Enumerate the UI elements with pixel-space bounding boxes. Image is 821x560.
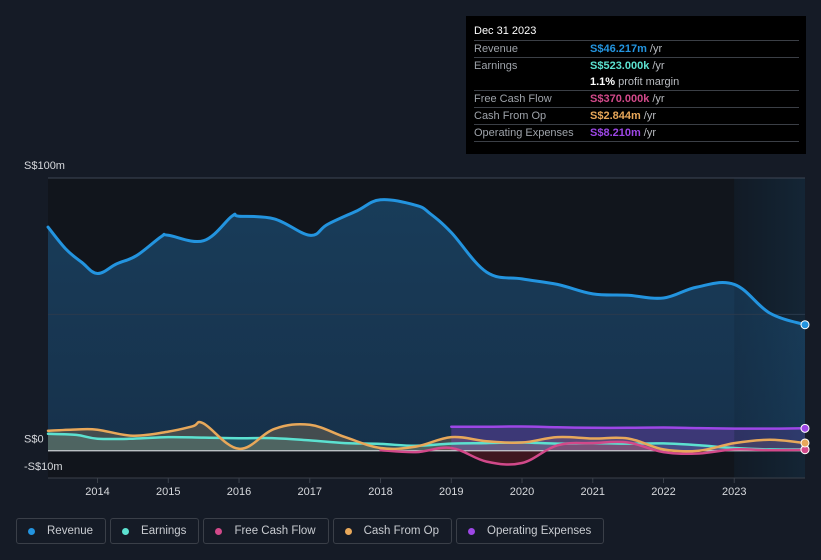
- tooltip-value: S$46.217m: [590, 43, 647, 55]
- tooltip-label: Operating Expenses: [474, 127, 574, 139]
- tooltip-row-revenue: Revenue S$46.217m/yr: [474, 41, 799, 58]
- legend-label: Revenue: [47, 525, 94, 537]
- tooltip-suffix: /yr: [643, 127, 656, 139]
- tooltip: Dec 31 2023 Revenue S$46.217m/yr Earnings S…: [466, 16, 806, 154]
- tooltip-label: Free Cash Flow: [474, 93, 552, 105]
- x-tick-label: 2023: [722, 486, 746, 498]
- x-tick-label: 2021: [581, 486, 605, 498]
- tooltip-row-cash-from-op: Cash From Op S$2.844m/yr: [474, 108, 799, 125]
- tooltip-value: S$370.000k: [590, 93, 650, 105]
- legend-label: Operating Expenses: [487, 525, 592, 537]
- tooltip-row-earnings: Earnings S$523.000k/yr: [474, 58, 799, 74]
- tooltip-suffix: /yr: [649, 43, 663, 55]
- x-tick-label: 2020: [510, 486, 534, 498]
- tooltip-value: S$8.210m: [590, 127, 641, 139]
- endpoint-cash-from-op: [800, 438, 810, 448]
- tooltip-label: Cash From Op: [474, 110, 547, 122]
- x-tick-label: 2017: [298, 486, 322, 498]
- legend-dot-icon: [344, 527, 352, 535]
- x-tick-label: 2015: [156, 486, 180, 498]
- endpoint-operating-expenses: [800, 423, 810, 433]
- tooltip-suffix: /yr: [652, 93, 665, 105]
- endpoint-revenue: [800, 320, 810, 330]
- tooltip-row-profit-margin: 1.1% profit margin: [474, 74, 799, 91]
- legend: Revenue Earnings Free Cash Flow Cash From O…: [16, 518, 605, 544]
- legend-label: Free Cash Flow: [234, 525, 316, 537]
- legend-item-cash-from-op[interactable]: Cash From Op: [332, 518, 453, 544]
- tooltip-date: Dec 31 2023: [474, 23, 799, 41]
- tooltip-suffix: /yr: [643, 110, 656, 122]
- tooltip-row-operating-expenses: Operating Expenses S$8.210m/yr: [474, 125, 799, 142]
- forecast-highlight-region: [734, 178, 805, 478]
- legend-item-revenue[interactable]: Revenue: [16, 518, 107, 544]
- x-tick-label: 2018: [368, 486, 392, 498]
- legend-item-operating-expenses[interactable]: Operating Expenses: [456, 518, 605, 544]
- legend-dot-icon: [215, 527, 223, 535]
- y-tick-label: -S$10m: [24, 461, 63, 473]
- tooltip-label: [474, 74, 590, 90]
- y-tick-label: S$100m: [24, 160, 65, 172]
- x-tick-label: 2022: [651, 486, 675, 498]
- legend-dot-icon: [468, 527, 476, 535]
- legend-dot-icon: [122, 527, 130, 535]
- tooltip-value: S$523.000k: [590, 60, 650, 72]
- tooltip-label: Earnings: [474, 60, 518, 72]
- legend-label: Cash From Op: [363, 525, 440, 537]
- tooltip-row-free-cash-flow: Free Cash Flow S$370.000k/yr: [474, 91, 799, 108]
- y-tick-label: S$0: [24, 434, 44, 446]
- x-tick-label: 2014: [85, 486, 109, 498]
- legend-item-earnings[interactable]: Earnings: [110, 518, 200, 544]
- tooltip-suffix: profit margin: [618, 76, 680, 88]
- tooltip-value: S$2.844m: [590, 110, 641, 122]
- legend-item-free-cash-flow[interactable]: Free Cash Flow: [203, 518, 329, 544]
- legend-dot-icon: [28, 527, 35, 535]
- tooltip-label: Revenue: [474, 43, 519, 55]
- tooltip-value: 1.1%: [590, 76, 616, 88]
- legend-label: Earnings: [141, 525, 187, 537]
- x-tick-label: 2019: [439, 486, 463, 498]
- tooltip-suffix: /yr: [652, 60, 665, 72]
- x-tick-label: 2016: [227, 486, 251, 498]
